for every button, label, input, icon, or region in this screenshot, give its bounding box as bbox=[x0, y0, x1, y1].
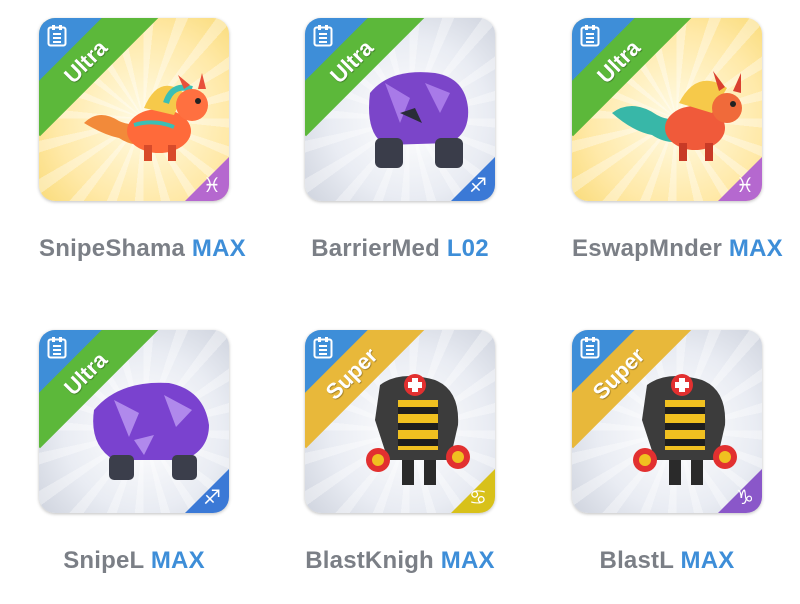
monster-level: MAX bbox=[440, 547, 495, 574]
monster-level: MAX bbox=[728, 235, 783, 262]
monster-tile[interactable]: Ultra ♐ bbox=[305, 18, 495, 201]
monster-name: SnipeShama bbox=[39, 235, 186, 262]
monster-name: BlastKnigh bbox=[305, 547, 434, 574]
sagittarius-icon: ♐ bbox=[203, 487, 221, 509]
monster-name: BlastL bbox=[599, 547, 674, 574]
document-icon bbox=[47, 25, 67, 47]
monster-level: MAX bbox=[150, 547, 205, 574]
document-icon bbox=[47, 337, 67, 359]
sagittarius-icon: ♐ bbox=[469, 175, 487, 197]
monster-card[interactable]: Ultra ♐ SnipeL MAX bbox=[39, 330, 229, 575]
monster-label: SnipeL MAX bbox=[39, 547, 229, 575]
document-icon bbox=[313, 25, 333, 47]
monster-level: MAX bbox=[191, 235, 246, 262]
monster-grid: Ultra ♓ SnipeShama MAX Ultra ♐ BarrierMe… bbox=[0, 0, 800, 604]
pisces-icon: ♓ bbox=[203, 175, 221, 197]
monster-card[interactable]: Super ♋ BlastKnigh MAX bbox=[305, 330, 495, 575]
monster-tile[interactable]: Ultra ♓ bbox=[39, 18, 229, 201]
monster-tile[interactable]: Super ♋ bbox=[305, 330, 495, 513]
cancer-icon: ♋ bbox=[469, 487, 487, 509]
monster-label: BlastKnigh MAX bbox=[305, 547, 495, 575]
capricorn-icon: ♑ bbox=[736, 487, 754, 509]
monster-label: BarrierMed L02 bbox=[305, 235, 495, 263]
monster-name: EswapMnder bbox=[572, 235, 723, 262]
monster-tile[interactable]: Ultra ♓ bbox=[572, 18, 762, 201]
monster-card[interactable]: Super ♑ BlastL MAX bbox=[572, 330, 762, 575]
monster-level: MAX bbox=[680, 547, 735, 574]
monster-name: BarrierMed bbox=[311, 235, 440, 262]
monster-card[interactable]: Ultra ♐ BarrierMed L02 bbox=[305, 18, 495, 263]
monster-name: SnipeL bbox=[63, 547, 144, 574]
monster-label: BlastL MAX bbox=[572, 547, 762, 575]
monster-card[interactable]: Ultra ♓ EswapMnder MAX bbox=[572, 18, 783, 263]
document-icon bbox=[580, 25, 600, 47]
monster-label: EswapMnder MAX bbox=[572, 235, 783, 263]
document-icon bbox=[580, 337, 600, 359]
monster-tile[interactable]: Ultra ♐ bbox=[39, 330, 229, 513]
document-icon bbox=[313, 337, 333, 359]
monster-label: SnipeShama MAX bbox=[39, 235, 246, 263]
monster-card[interactable]: Ultra ♓ SnipeShama MAX bbox=[39, 18, 246, 263]
monster-level: L02 bbox=[446, 235, 489, 262]
pisces-icon: ♓ bbox=[736, 175, 754, 197]
monster-tile[interactable]: Super ♑ bbox=[572, 330, 762, 513]
